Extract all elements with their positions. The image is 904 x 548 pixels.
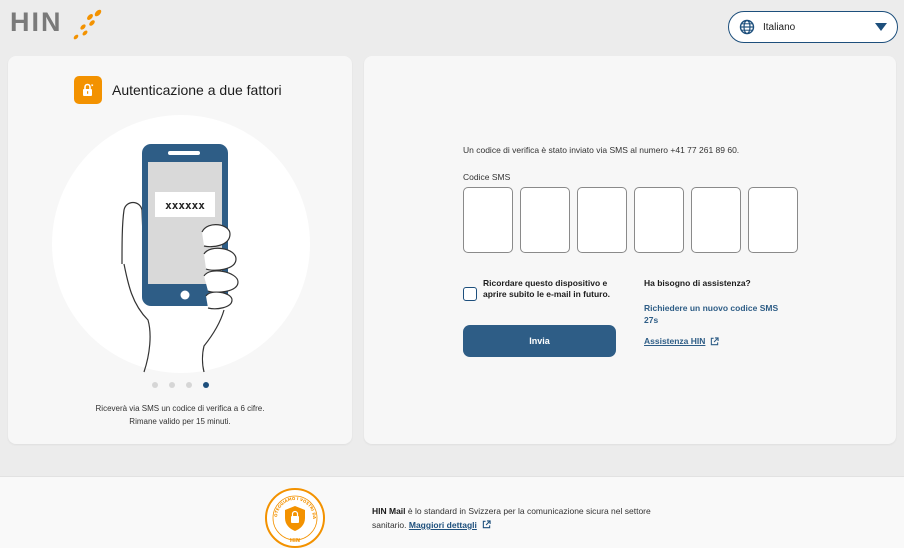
footer-text: HIN Mail è lo standard in Svizzera per l… [372,504,651,532]
carousel-dot-active[interactable] [203,382,209,388]
logo-text: HIN [10,7,63,37]
language-label: Italiano [763,21,796,33]
external-link-icon [483,520,491,529]
carousel-dot[interactable] [152,382,158,388]
phone-code-text: xxxxxx [165,199,205,212]
submit-button[interactable]: Invia [463,325,616,357]
code-digit-3[interactable] [577,187,627,253]
top-bar: HIN Italiano [0,0,904,52]
carousel-dot[interactable] [186,382,192,388]
caption-line-1: Riceverà via SMS un codice di verifica a… [95,404,265,413]
code-digit-6[interactable] [748,187,798,253]
code-digit-1[interactable] [463,187,513,253]
help-section: Ha bisogno di assistenza? Richiedere un … [644,278,824,346]
phone-illustration: xxxxxx [52,115,310,373]
footer-line-1: HIN Mail è lo standard in Svizzera per l… [372,504,651,518]
resend-timer: 27s [644,315,659,325]
panel-title: Autenticazione a due fattori [112,82,282,98]
language-selector[interactable]: Italiano [728,11,898,43]
footer-brand: HIN Mail [372,506,406,516]
verification-form: Un codice di verifica è stato inviato vi… [364,56,896,444]
sms-code-inputs [463,187,798,253]
panel-header: Autenticazione a due fattori [74,76,282,104]
code-digit-2[interactable] [520,187,570,253]
external-link-icon [711,336,720,345]
code-digit-4[interactable] [634,187,684,253]
remember-device-option[interactable]: Ricordare questo dispositivo e aprire su… [463,278,615,301]
caption-line-2: Rimane valido per 15 minuti. [129,417,231,426]
carousel-indicator [152,382,209,388]
support-link-label: Assistenza HIN [644,336,706,346]
sms-info-text: Un codice di verifica è stato inviato vi… [463,145,740,155]
footer: PROTEGGIAMO I VOSTRI DATI HIN HIN Mail è… [0,476,904,548]
remember-checkbox[interactable] [463,287,477,301]
resend-code-link[interactable]: Richiedere un nuovo codice SMS [644,302,824,315]
code-digit-5[interactable] [691,187,741,253]
more-details-link[interactable]: Maggiori dettagli [409,520,477,530]
help-title: Ha bisogno di assistenza? [644,278,751,288]
info-panel: Autenticazione a due fattori xxxxxx Rice… [8,56,352,444]
support-link[interactable]: Assistenza HIN [644,336,824,346]
sms-code-label: Codice SMS [463,172,511,182]
footer-line-2: sanitario. Maggiori dettagli [372,518,651,532]
chevron-down-icon [875,23,887,31]
panel-caption: Riceverà via SMS un codice di verifica a… [8,402,352,428]
lock-icon [74,76,102,104]
carousel-dot[interactable] [169,382,175,388]
seal-bottom-text: HIN [290,538,300,544]
remember-label: Ricordare questo dispositivo e aprire su… [483,278,611,299]
footer-text-part1: è lo standard in Svizzera per la comunic… [405,506,651,516]
hin-logo[interactable]: HIN [10,7,110,49]
footer-text-part2: sanitario. [372,520,407,530]
logo-dots-icon [73,9,102,40]
hin-seal-icon: PROTEGGIAMO I VOSTRI DATI HIN [265,488,325,548]
globe-icon [739,19,755,35]
